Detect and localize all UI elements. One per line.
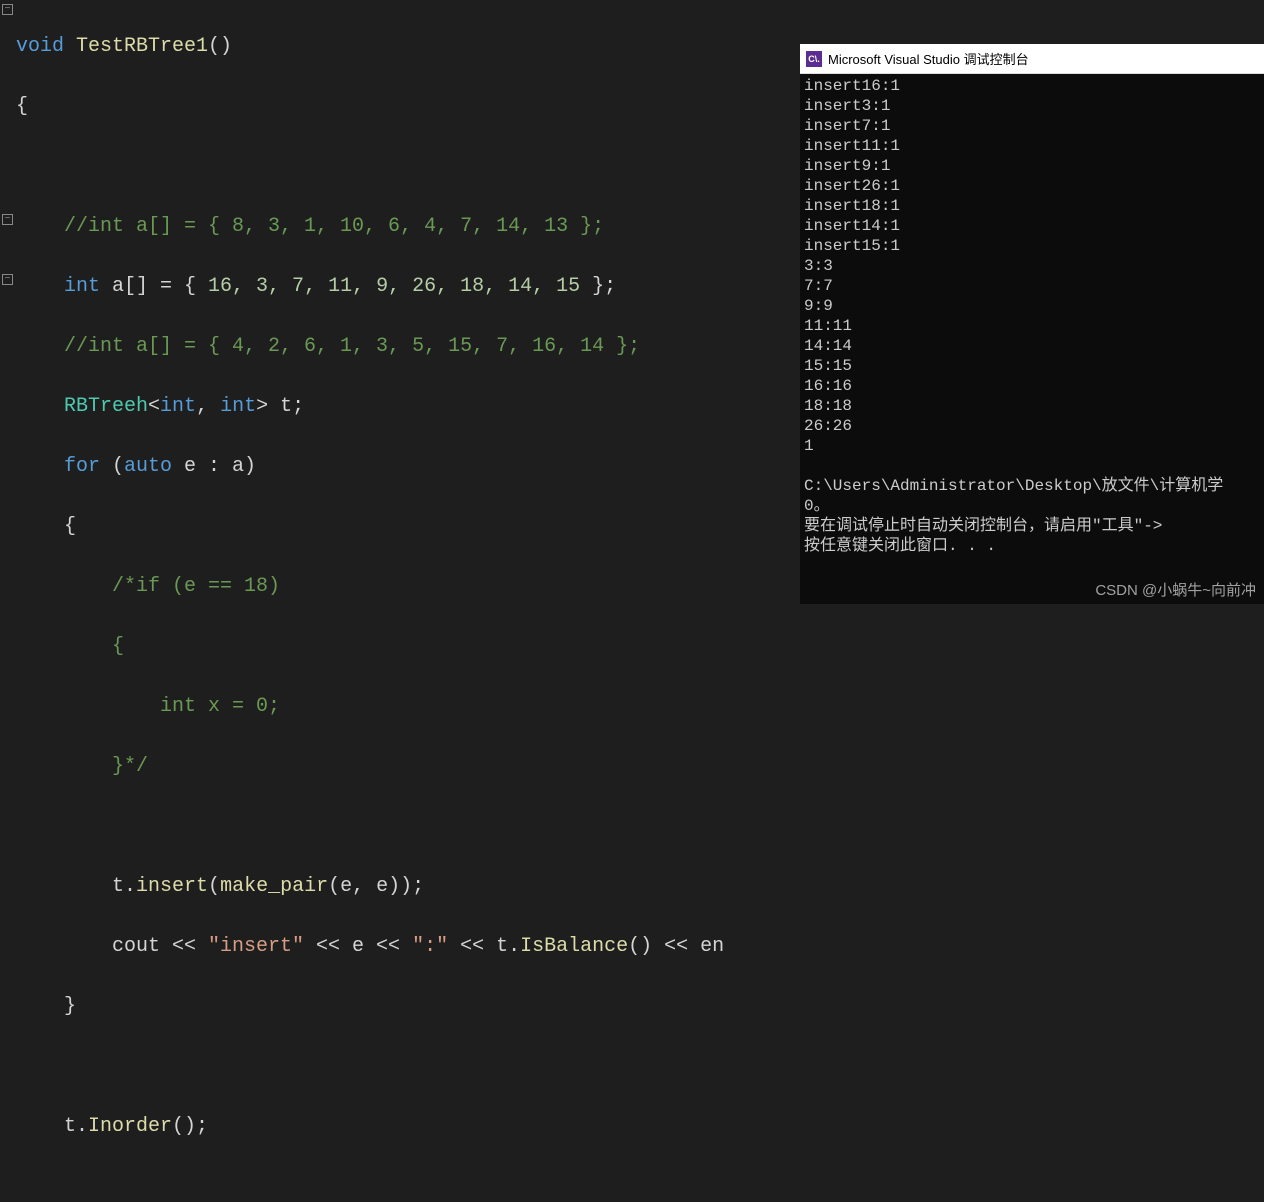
comment-block: { [16,635,124,658]
debug-console-window[interactable]: C\. Microsoft Visual Studio 调试控制台 insert… [800,44,1264,604]
string-literal: ":" [412,935,448,958]
method-insert: insert [136,875,208,898]
brace-close: } [16,995,76,1018]
keyword-for: for [16,455,100,478]
console-titlebar[interactable]: C\. Microsoft Visual Studio 调试控制台 [800,44,1264,74]
comment-block: /*if (e == 18) [16,575,280,598]
watermark-text: CSDN @小蜗牛~向前冲 [1095,579,1256,600]
fold-minus-icon[interactable]: − [2,4,13,15]
type-name: RBTreeh [16,395,148,418]
function-makepair: make_pair [220,875,328,898]
comment: //int a[] = { 4, 2, 6, 1, 3, 5, 15, 7, 1… [16,335,640,358]
fold-minus-icon[interactable]: − [2,214,13,225]
brace-open: { [16,515,76,538]
code-editor[interactable]: − − − void TestRBTree1() { //int a[] = {… [0,0,800,604]
method-inorder: Inorder [88,1115,172,1138]
console-output[interactable]: insert16:1 insert3:1 insert7:1 insert11:… [800,74,1264,558]
code-content[interactable]: void TestRBTree1() { //int a[] = { 8, 3,… [16,2,724,1202]
editor-gutter: − − − [0,0,16,604]
comment-block: }*/ [16,755,148,778]
brace-open: { [16,95,28,118]
vs-icon: C\. [806,51,822,67]
keyword-void: void [16,35,64,58]
console-title: Microsoft Visual Studio 调试控制台 [828,49,1029,68]
keyword-int: int [16,275,100,298]
keyword-auto: auto [124,455,172,478]
comment: //int a[] = { 8, 3, 1, 10, 6, 4, 7, 14, … [16,215,604,238]
parens: () [208,35,232,58]
number-list: 16, 3, 7, 11, 9, 26, 18, 14, 15 [208,275,580,298]
method-isbalance: IsBalance [520,935,628,958]
string-literal: "insert" [208,935,304,958]
comment-block: int x = 0; [16,695,280,718]
fold-minus-icon[interactable]: − [2,274,13,285]
function-name: TestRBTree1 [64,35,208,58]
